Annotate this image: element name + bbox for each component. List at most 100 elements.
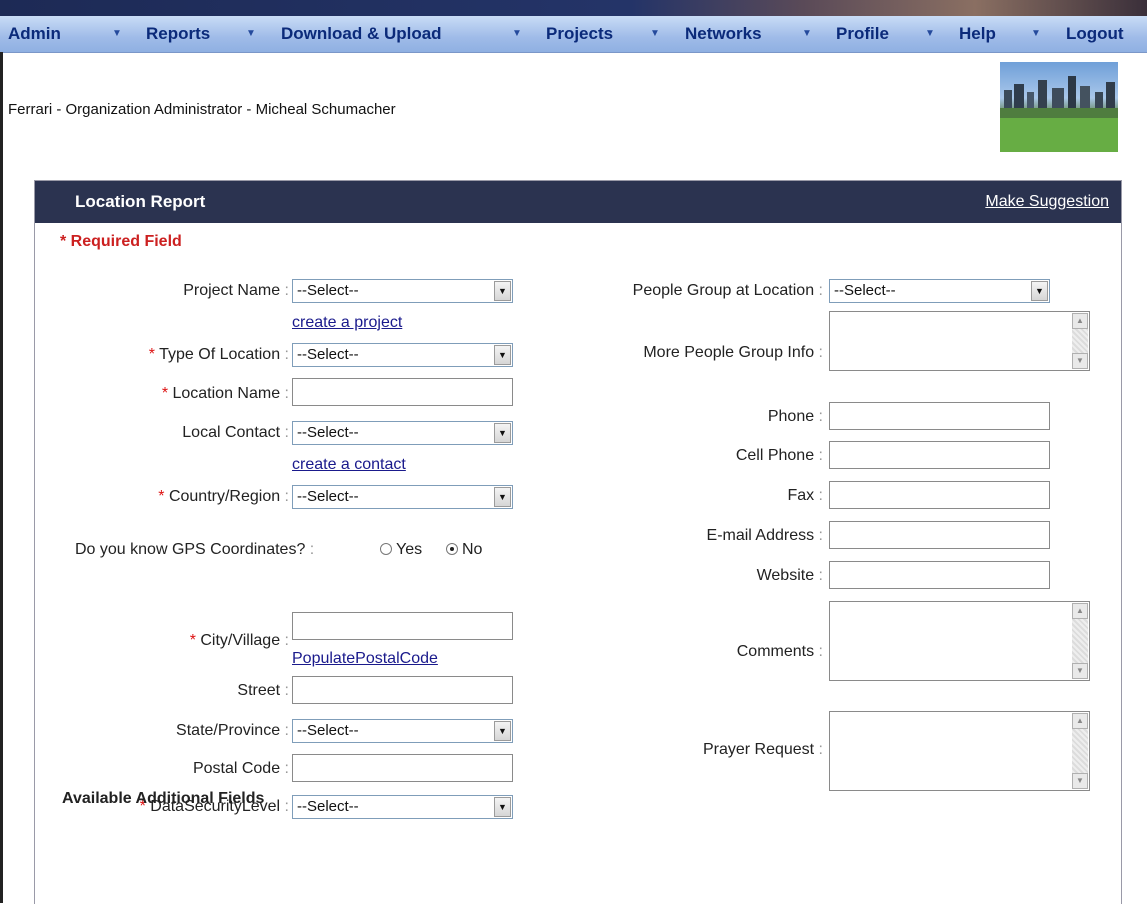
gps-question-label: Do you know GPS Coordinates? :	[75, 541, 315, 558]
gps-yes-radio[interactable]	[380, 543, 392, 555]
top-banner-strip	[0, 0, 1147, 16]
postal-code-input[interactable]	[292, 754, 513, 782]
create-contact-link[interactable]: create a contact	[292, 456, 406, 474]
more-people-info-textarea[interactable]: ▲ ▼	[829, 311, 1090, 371]
website-label: Website :	[756, 567, 823, 584]
chevron-down-icon[interactable]: ▼	[512, 16, 522, 52]
project-name-label: Project Name :	[183, 282, 289, 299]
state-province-label-text: State/Province	[176, 722, 281, 739]
gps-no-radio[interactable]	[446, 543, 458, 555]
panel-title: Location Report	[75, 192, 206, 211]
chevron-down-icon[interactable]: ▼	[246, 16, 256, 52]
cell-phone-label-text: Cell Phone	[735, 447, 815, 464]
required-field-note: * Required Field	[60, 233, 182, 250]
gps-no-label: No	[462, 541, 483, 558]
chevron-down-icon[interactable]: ▼	[1031, 281, 1048, 301]
state-province-select[interactable]: --Select-- ▼	[292, 719, 513, 743]
nav-admin[interactable]: Admin	[8, 16, 61, 52]
state-province-label: State/Province :	[176, 722, 289, 739]
nav-networks[interactable]: Networks	[685, 16, 762, 52]
chevron-down-icon[interactable]: ▼	[494, 423, 511, 443]
street-label-text: Street	[237, 682, 281, 699]
gps-question-text: Do you know GPS Coordinates?	[75, 541, 306, 558]
fax-label-text: Fax	[787, 487, 815, 504]
user-role-line: Ferrari - Organization Administrator - M…	[8, 101, 396, 118]
nav-logout[interactable]: Logout	[1066, 16, 1124, 52]
prayer-request-textarea[interactable]: ▲ ▼	[829, 711, 1090, 791]
scroll-down-icon[interactable]: ▼	[1072, 663, 1088, 679]
scroll-up-icon[interactable]: ▲	[1072, 603, 1088, 619]
additional-fields-heading: Available Additional Fields	[62, 790, 265, 807]
prayer-request-label-text: Prayer Request	[702, 741, 815, 758]
scroll-up-icon[interactable]: ▲	[1072, 713, 1088, 729]
website-input[interactable]	[829, 561, 1050, 589]
chevron-down-icon[interactable]: ▼	[494, 345, 511, 365]
street-input[interactable]	[292, 676, 513, 704]
nav-reports[interactable]: Reports	[146, 16, 210, 52]
street-label: Street :	[237, 682, 289, 699]
postal-code-label-text: Postal Code	[192, 760, 281, 777]
chevron-down-icon[interactable]: ▼	[494, 721, 511, 741]
chevron-down-icon[interactable]: ▼	[494, 487, 511, 507]
people-group-label-text: People Group at Location	[632, 282, 815, 299]
data-security-select[interactable]: --Select-- ▼	[292, 795, 513, 819]
phone-input[interactable]	[829, 402, 1050, 430]
nav-help[interactable]: Help	[959, 16, 996, 52]
project-name-select[interactable]: --Select-- ▼	[292, 279, 513, 303]
comments-label: Comments :	[736, 643, 823, 660]
phone-label-text: Phone	[767, 408, 815, 425]
city-park-image	[1000, 62, 1118, 152]
country-region-label-text: Country/Region	[168, 488, 281, 505]
chevron-down-icon[interactable]: ▼	[925, 16, 935, 52]
more-people-info-label-text: More People Group Info	[643, 344, 815, 361]
local-contact-label-text: Local Contact	[182, 424, 281, 441]
chevron-down-icon[interactable]: ▼	[494, 797, 511, 817]
more-people-info-label: More People Group Info :	[643, 344, 823, 361]
comments-label-text: Comments	[736, 643, 815, 660]
cell-phone-input[interactable]	[829, 441, 1050, 469]
city-village-label-text: City/Village	[200, 632, 281, 649]
scroll-down-icon[interactable]: ▼	[1072, 353, 1088, 369]
city-village-label: * City/Village :	[189, 632, 289, 649]
country-region-label: * Country/Region :	[158, 488, 289, 505]
type-of-location-select[interactable]: --Select-- ▼	[292, 343, 513, 367]
email-input[interactable]	[829, 521, 1050, 549]
local-contact-value: --Select--	[297, 424, 359, 441]
project-name-label-text: Project Name	[183, 282, 281, 299]
chevron-down-icon[interactable]: ▼	[1031, 16, 1041, 52]
type-of-location-label: * Type Of Location :	[148, 346, 289, 363]
type-of-location-value: --Select--	[297, 346, 359, 363]
city-village-input[interactable]	[292, 612, 513, 640]
panel-header: Location Report Make Suggestion	[35, 181, 1121, 223]
postal-code-label: Postal Code :	[192, 760, 289, 777]
nav-projects[interactable]: Projects	[546, 16, 613, 52]
prayer-request-label: Prayer Request :	[702, 741, 823, 758]
cell-phone-label: Cell Phone :	[735, 447, 823, 464]
fax-input[interactable]	[829, 481, 1050, 509]
create-project-link[interactable]: create a project	[292, 314, 402, 332]
populate-postal-code-link[interactable]: PopulatePostalCode	[292, 650, 438, 668]
gps-yes-label: Yes	[396, 541, 423, 558]
comments-textarea[interactable]: ▲ ▼	[829, 601, 1090, 681]
local-contact-select[interactable]: --Select-- ▼	[292, 421, 513, 445]
chevron-down-icon[interactable]: ▼	[112, 16, 122, 52]
local-contact-label: Local Contact :	[182, 424, 289, 441]
website-label-text: Website	[756, 567, 815, 584]
chevron-down-icon[interactable]: ▼	[802, 16, 812, 52]
scroll-up-icon[interactable]: ▲	[1072, 313, 1088, 329]
nav-download-upload[interactable]: Download & Upload	[281, 16, 442, 52]
phone-label: Phone :	[767, 408, 823, 425]
location-name-input[interactable]	[292, 378, 513, 406]
country-region-select[interactable]: --Select-- ▼	[292, 485, 513, 509]
scroll-down-icon[interactable]: ▼	[1072, 773, 1088, 789]
location-name-label: * Location Name :	[161, 385, 289, 402]
chevron-down-icon[interactable]: ▼	[650, 16, 660, 52]
people-group-select[interactable]: --Select-- ▼	[829, 279, 1050, 303]
project-name-value: --Select--	[297, 282, 359, 299]
nav-profile[interactable]: Profile	[836, 16, 889, 52]
people-group-value: --Select--	[834, 282, 896, 299]
state-province-value: --Select--	[297, 722, 359, 739]
email-label: E-mail Address :	[706, 527, 823, 544]
make-suggestion-link[interactable]: Make Suggestion	[985, 181, 1109, 223]
chevron-down-icon[interactable]: ▼	[494, 281, 511, 301]
